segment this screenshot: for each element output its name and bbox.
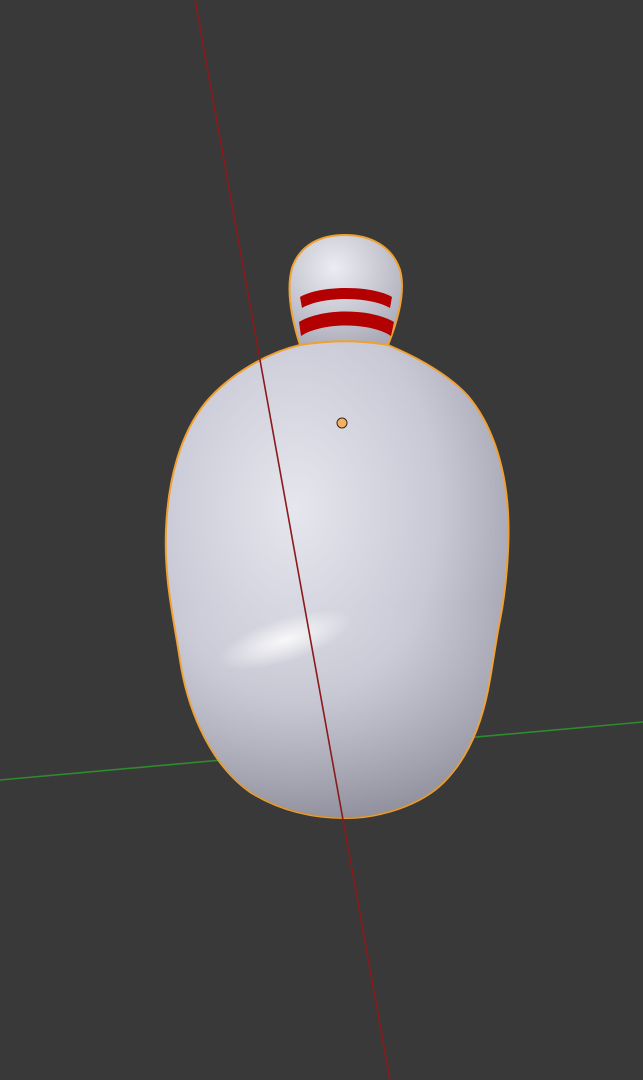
bowling-pin-object[interactable] bbox=[164, 233, 510, 820]
3d-viewport[interactable] bbox=[0, 0, 643, 1080]
pin-body-shading bbox=[165, 341, 509, 818]
viewport-canvas[interactable] bbox=[0, 0, 643, 1080]
object-origin-marker[interactable] bbox=[336, 417, 348, 429]
